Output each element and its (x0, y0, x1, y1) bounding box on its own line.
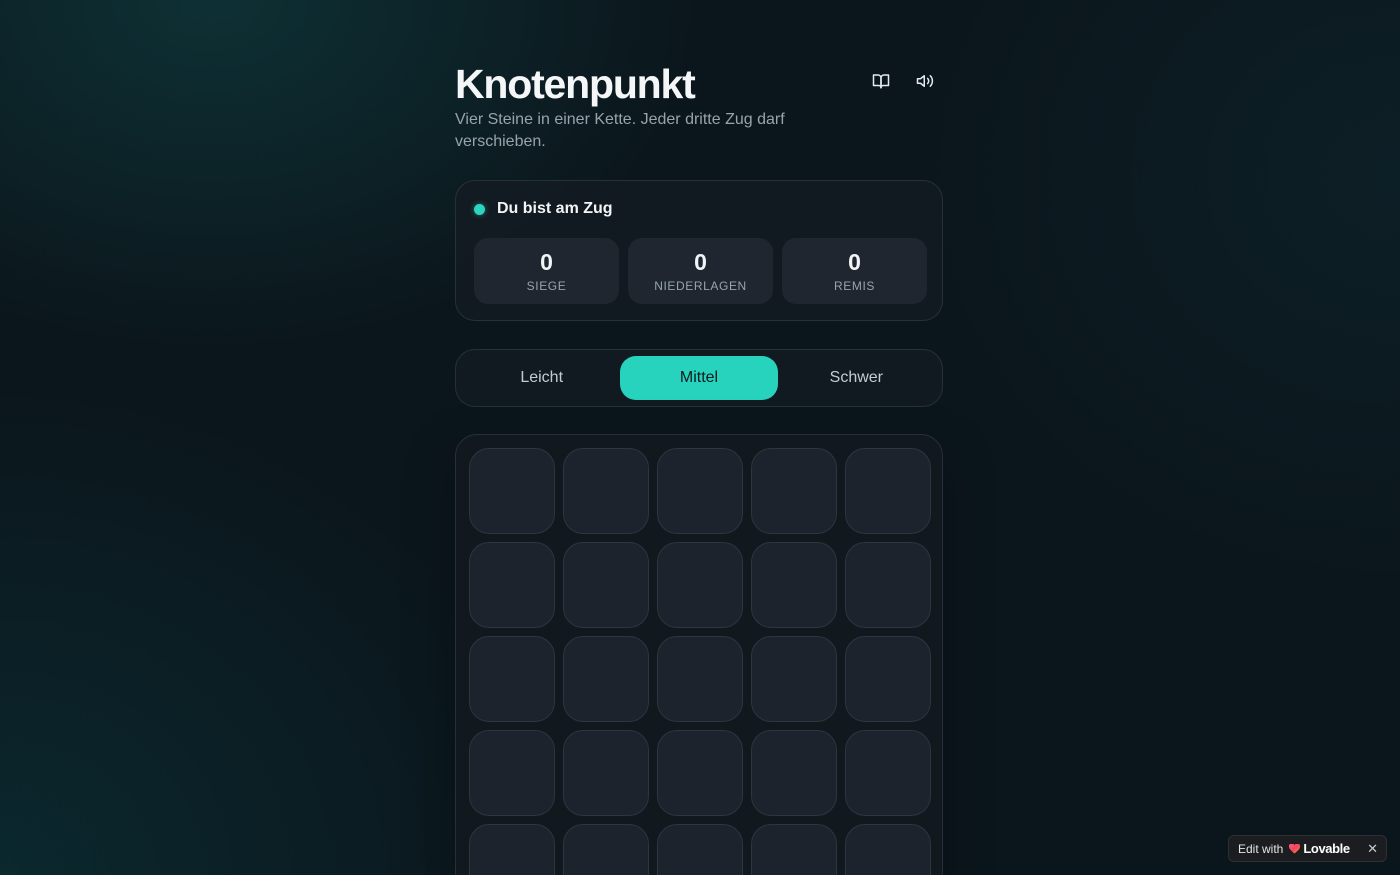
difficulty-selector: Leicht Mittel Schwer (455, 349, 943, 407)
rules-button[interactable] (864, 64, 898, 98)
stat-draws-value: 0 (848, 249, 861, 275)
board-cell[interactable] (751, 730, 837, 816)
stats-row: 0 SIEGE 0 NIEDERLAGEN 0 REMIS (474, 238, 927, 304)
difficulty-hard-button[interactable]: Schwer (778, 356, 935, 400)
edit-with-lovable-link[interactable]: Edit with Lovable (1238, 841, 1350, 856)
board-cell[interactable] (563, 636, 649, 722)
board-cell[interactable] (845, 824, 931, 875)
difficulty-easy-button[interactable]: Leicht (463, 356, 620, 400)
volume-icon (916, 75, 934, 87)
board-cell[interactable] (751, 636, 837, 722)
sound-button[interactable] (908, 64, 942, 98)
badge-close-icon[interactable]: ✕ (1367, 840, 1378, 858)
board-cell[interactable] (657, 448, 743, 534)
lovable-heart-icon (1289, 843, 1301, 854)
stat-wins: 0 SIEGE (474, 238, 619, 304)
board-cell[interactable] (469, 448, 555, 534)
board-cell[interactable] (469, 730, 555, 816)
game-board (455, 434, 943, 875)
header: Knotenpunkt Vier Steine in einer Kette. … (455, 0, 945, 180)
board-cell[interactable] (563, 730, 649, 816)
stat-losses: 0 NIEDERLAGEN (628, 238, 773, 304)
edit-with-label: Edit with (1238, 841, 1284, 856)
stat-wins-label: SIEGE (526, 279, 567, 293)
stat-wins-value: 0 (540, 249, 553, 275)
book-open-icon (872, 74, 890, 89)
board-cell[interactable] (657, 542, 743, 628)
page-subtitle: Vier Steine in einer Kette. Jeder dritte… (455, 111, 785, 150)
board-cell[interactable] (469, 824, 555, 875)
turn-indicator: Du bist am Zug (474, 200, 613, 218)
stat-draws-label: REMIS (833, 279, 875, 293)
board-cell[interactable] (563, 824, 649, 875)
stat-losses-value: 0 (694, 249, 707, 275)
board-cell[interactable] (845, 730, 931, 816)
board-cell[interactable] (845, 448, 931, 534)
board-cell[interactable] (563, 448, 649, 534)
stat-losses-label: NIEDERLAGEN (654, 279, 747, 293)
lovable-brand: Lovable (1303, 841, 1350, 856)
board-cell[interactable] (563, 542, 649, 628)
board-cell[interactable] (751, 448, 837, 534)
turn-dot-icon (474, 203, 485, 215)
difficulty-medium-button[interactable]: Mittel (620, 356, 778, 400)
turn-text: Du bist am Zug (497, 200, 613, 217)
page-title: Knotenpunkt (455, 61, 696, 107)
board-cell[interactable] (845, 542, 931, 628)
board-cell[interactable] (469, 636, 555, 722)
board-cell[interactable] (657, 636, 743, 722)
board-cell[interactable] (657, 824, 743, 875)
stat-draws: 0 REMIS (782, 238, 927, 304)
board-cell[interactable] (751, 824, 837, 875)
board-cell[interactable] (845, 636, 931, 722)
lovable-badge: Edit with Lovable ✕ (1228, 835, 1387, 862)
board-cell[interactable] (751, 542, 837, 628)
game-container: Knotenpunkt Vier Steine in einer Kette. … (455, 0, 945, 875)
board-grid (469, 448, 931, 875)
status-card: Du bist am Zug 0 SIEGE 0 NIEDERLAGEN 0 R… (455, 180, 943, 321)
board-cell[interactable] (657, 730, 743, 816)
board-cell[interactable] (469, 542, 555, 628)
